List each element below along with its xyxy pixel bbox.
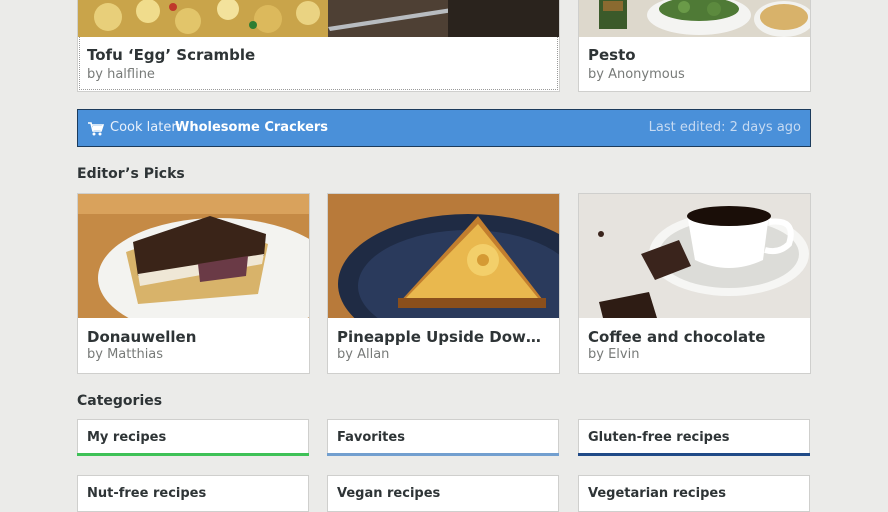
- category-label: Vegetarian recipes: [588, 486, 726, 501]
- category-color-bar: [327, 453, 559, 456]
- category-vegan[interactable]: Vegan recipes: [327, 475, 559, 512]
- editors-picks-heading: Editor’s Picks: [77, 166, 185, 182]
- category-nut-free[interactable]: Nut-free recipes: [77, 475, 309, 512]
- category-gluten-free[interactable]: Gluten-free recipes: [578, 419, 810, 456]
- category-label: Vegan recipes: [337, 486, 441, 501]
- categories-heading: Categories: [77, 393, 163, 409]
- recipe-card-pesto[interactable]: Pesto by Anonymous: [578, 0, 811, 92]
- recipe-card-tofu-scramble[interactable]: Tofu ‘Egg’ Scramble by halfline: [77, 0, 560, 92]
- recipe-photo: [579, 0, 810, 37]
- recipe-author: by Anonymous: [588, 67, 685, 82]
- recipe-card-pineapple-cake[interactable]: Pineapple Upside Down Cake ... by Allan: [327, 193, 560, 374]
- category-color-bar: [578, 453, 810, 456]
- category-label: Favorites: [337, 430, 405, 445]
- recipe-author: by Allan: [337, 347, 390, 362]
- category-label: My recipes: [87, 430, 167, 445]
- recipe-title: Donauwellen: [87, 328, 197, 346]
- recipe-photo: [78, 0, 559, 37]
- category-label: Nut-free recipes: [87, 486, 207, 501]
- recipe-author: by Matthias: [87, 347, 164, 362]
- recipe-author: by halfline: [87, 67, 155, 82]
- category-color-bar: [77, 453, 309, 456]
- recipe-title: Pineapple Upside Down Cake ...: [337, 328, 551, 346]
- recipe-title: Tofu ‘Egg’ Scramble: [87, 46, 256, 64]
- cart-icon: [88, 121, 105, 140]
- recipe-photo: [579, 194, 810, 318]
- cook-later-recipe: Wholesome Crackers: [175, 120, 329, 135]
- cook-later-label: Cook later:: [110, 120, 181, 135]
- recipe-photo: [328, 194, 559, 318]
- recipe-card-donauwellen[interactable]: Donauwellen by Matthias: [77, 193, 310, 374]
- recipe-card-coffee-chocolate[interactable]: Coffee and chocolate by Elvin: [578, 193, 811, 374]
- recipe-photo: [78, 194, 309, 318]
- category-favorites[interactable]: Favorites: [327, 419, 559, 456]
- last-edited-text: Last edited: 2 days ago: [648, 120, 801, 135]
- recipe-author: by Elvin: [588, 347, 640, 362]
- recipe-title: Pesto: [588, 46, 636, 64]
- cook-later-banner[interactable]: Cook later: Wholesome Crackers Last edit…: [77, 109, 811, 147]
- category-vegetarian[interactable]: Vegetarian recipes: [578, 475, 810, 512]
- category-label: Gluten-free recipes: [588, 430, 730, 445]
- recipe-title: Coffee and chocolate: [588, 328, 766, 346]
- category-my-recipes[interactable]: My recipes: [77, 419, 309, 456]
